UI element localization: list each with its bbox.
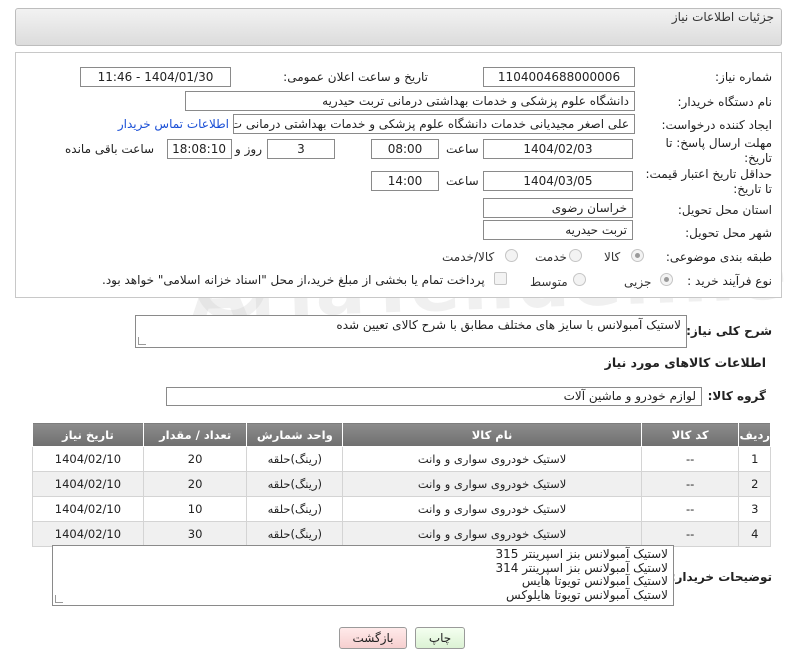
cell-item-code: -- [640,496,740,522]
remaining-time-field[interactable]: 18:08:10 [167,139,232,159]
creator-field[interactable]: علی اصغر مجیدیانی خدمات دانشگاه علوم پزش… [233,114,635,134]
table-row[interactable]: 3 -- لاستیک خودروی سواری و وانت (رینگ)حل… [32,496,771,522]
deadline-time-label: ساعت [446,142,479,156]
cell-row-number: 2 [738,471,771,497]
treasury-checkbox[interactable] [494,272,507,285]
cell-unit: (رینگ)حلقه [246,496,344,522]
cell-item-name: لاستیک خودروی سواری و وانت [342,471,642,497]
page-header [15,8,782,46]
goods-table: ردیف کد کالا نام کالا واحد شمارش تعداد /… [32,422,771,547]
cell-item-name: لاستیک خودروی سواری و وانت [342,446,642,472]
description-label: شرح کلی نیاز: [686,324,772,338]
city-field[interactable]: تربت حیدریه [483,220,633,240]
buyer-notes-line: لاستیک آمبولانس بنز اسپرینتر 314 [495,560,668,575]
cell-row-number: 1 [738,446,771,472]
category-radio-goods-service[interactable] [505,249,518,262]
need-number-field[interactable]: 1104004688000006 [483,67,635,87]
process-label: نوع فرآیند خرید : [687,274,772,288]
category-option-goods-service: کالا/خدمت [442,250,495,264]
cell-quantity: 10 [142,496,248,522]
cell-need-date: 1404/02/10 [32,446,144,472]
goods-group-field[interactable]: لوازم خودرو و ماشین آلات [166,387,702,406]
buyer-notes-line: لاستیک آمبولانس بنز اسپرینتر 315 [495,547,668,561]
validity-date-label: تا تاریخ: [733,182,772,196]
cell-need-date: 1404/02/10 [32,521,144,547]
col-item-code: کد کالا [640,422,740,447]
cell-row-number: 3 [738,496,771,522]
col-row-number: ردیف [738,422,771,447]
deadline-label: مهلت ارسال پاسخ: تا [665,136,772,150]
need-number-label: شماره نیاز: [715,70,772,84]
category-radio-goods[interactable] [631,249,644,262]
validity-time-field[interactable]: 14:00 [371,171,439,191]
resize-grip-icon[interactable] [55,595,63,603]
buyer-contact-link[interactable]: اطلاعات تماس خریدار [118,117,229,131]
table-row[interactable]: 1 -- لاستیک خودروی سواری و وانت (رینگ)حل… [32,446,771,472]
process-radio-minor[interactable] [660,273,673,286]
col-unit: واحد شمارش [246,422,344,447]
cell-item-code: -- [640,471,740,497]
back-button[interactable]: بازگشت [339,627,407,649]
deadline-date-field[interactable]: 1404/02/03 [483,139,633,159]
cell-unit: (رینگ)حلقه [246,446,344,472]
cell-item-code: -- [640,446,740,472]
cell-item-name: لاستیک خودروی سواری و وانت [342,521,642,547]
deadline-date-label: تاریخ: [744,151,772,165]
description-text: لاستیک آمبولانس با سایز های مختلف مطابق … [336,318,681,332]
col-need-date: تاریخ نیاز [32,422,144,447]
page-title: جزئیات اطلاعات نیاز [671,10,774,24]
buyer-notes-label: توضیحات خریدار: [670,570,772,584]
process-option-minor: جزیی [624,275,652,289]
cell-quantity: 20 [142,446,248,472]
cell-item-code: -- [640,521,740,547]
cell-item-name: لاستیک خودروی سواری و وانت [342,496,642,522]
buyer-org-field[interactable]: دانشگاه علوم پزشکی و خدمات بهداشتی درمان… [185,91,635,111]
cell-unit: (رینگ)حلقه [246,471,344,497]
province-field[interactable]: خراسان رضوی [483,198,633,218]
validity-label: حداقل تاریخ اعتبار قیمت: [645,167,772,181]
announce-label: تاریخ و ساعت اعلان عمومی: [283,70,428,84]
deadline-time-field[interactable]: 08:00 [371,139,439,159]
payment-note: پرداخت تمام یا بخشی از مبلغ خرید،از محل … [102,273,485,287]
remaining-label: ساعت باقی مانده [65,142,155,156]
buyer-notes-line: لاستیک آمبولانس تویوتا هایلوکس [506,587,668,602]
cell-quantity: 20 [142,471,248,497]
category-label: طبقه بندی موضوعی: [665,250,772,264]
process-radio-medium[interactable] [573,273,586,286]
cell-quantity: 30 [142,521,248,547]
resize-grip-icon[interactable] [138,337,146,345]
description-textarea[interactable]: لاستیک آمبولانس با سایز های مختلف مطابق … [135,315,687,348]
process-option-medium: متوسط [530,275,568,289]
goods-section-title: اطلاعات کالاهای مورد نیاز [604,355,766,370]
table-row[interactable]: 4 -- لاستیک خودروی سواری و وانت (رینگ)حل… [32,521,771,547]
goods-group-label: گروه کالا: [707,389,766,403]
buyer-org-label: نام دستگاه خریدار: [677,95,773,109]
table-row[interactable]: 2 -- لاستیک خودروی سواری و وانت (رینگ)حل… [32,471,771,497]
category-radio-service[interactable] [569,249,582,262]
col-item-name: نام کالا [342,422,642,447]
cell-unit: (رینگ)حلقه [246,521,344,547]
days-label: روز و [235,142,262,156]
city-label: شهر محل تحویل: [685,226,772,240]
validity-time-label: ساعت [446,174,479,188]
col-quantity: تعداد / مقدار [142,422,248,447]
cell-need-date: 1404/02/10 [32,496,144,522]
days-field[interactable]: 3 [267,139,335,159]
province-label: استان محل تحویل: [677,203,772,217]
cell-need-date: 1404/02/10 [32,471,144,497]
buyer-notes-textarea[interactable]: لاستیک آمبولانس بنز اسپرینتر 315 لاستیک … [52,545,674,606]
buyer-notes-line: لاستیک آمبولانس تویوتا هایس [521,574,668,588]
creator-label: ایجاد کننده درخواست: [661,118,772,132]
print-button[interactable]: چاپ [415,627,465,649]
category-option-service: خدمت [535,250,567,264]
cell-row-number: 4 [738,521,771,547]
validity-date-field[interactable]: 1404/03/05 [483,171,633,191]
category-option-goods: کالا [604,250,621,264]
table-header-row: ردیف کد کالا نام کالا واحد شمارش تعداد /… [32,422,771,447]
announce-field[interactable]: 1404/01/30 - 11:46 [80,67,231,87]
